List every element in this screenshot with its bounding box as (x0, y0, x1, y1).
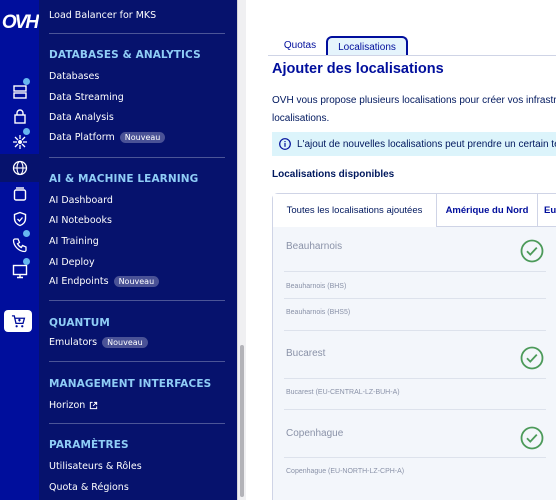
locations-panel (273, 227, 556, 500)
sidebar-item-quota-regions[interactable]: Quota & Régions (49, 482, 129, 493)
divider (284, 457, 546, 458)
tab-quotas[interactable]: Quotas (278, 36, 322, 56)
section-title-ai: AI & MACHINE LEARNING (49, 173, 199, 185)
ovh-logo[interactable]: OVH (0, 8, 39, 38)
tab-europe[interactable]: Eu (538, 194, 556, 227)
notification-dot (23, 230, 30, 237)
divider (284, 330, 546, 331)
check-circle-icon[interactable] (520, 346, 544, 370)
lock-icon[interactable] (0, 104, 39, 128)
page-title: Ajouter des localisations (272, 61, 444, 77)
divider (49, 361, 225, 362)
sidebar-item-ai-notebooks[interactable]: AI Notebooks (49, 215, 112, 226)
phone-icon[interactable] (0, 233, 39, 257)
check-circle-icon[interactable] (520, 426, 544, 450)
sidebar-item-ai-training[interactable]: AI Training (49, 236, 99, 247)
sidebar-item-users-roles[interactable]: Utilisateurs & Rôles (49, 461, 142, 472)
cart-button[interactable] (4, 310, 32, 332)
server-icon[interactable] (0, 80, 39, 104)
sidebar-item-data-platform[interactable]: Data Platform Nouveau (49, 132, 166, 143)
divider (49, 423, 225, 424)
tabs-underline (268, 55, 556, 56)
sidebar-item-ai-endpoints[interactable]: AI Endpoints Nouveau (49, 276, 160, 287)
box-icon[interactable] (0, 182, 39, 206)
main-content: Quotas Localisations Ajouter des localis… (246, 0, 556, 500)
sidebar-item-databases[interactable]: Databases (49, 71, 99, 82)
sidebar-item-horizon[interactable]: Horizon (49, 400, 98, 411)
check-circle-icon[interactable] (520, 239, 544, 263)
location-name: Beauharnois (286, 241, 343, 252)
new-badge: Nouveau (119, 132, 166, 143)
new-badge: Nouveau (113, 276, 160, 287)
sidebar-item-ai-dashboard[interactable]: AI Dashboard (49, 195, 113, 206)
sidebar-item-label: AI Endpoints (49, 276, 109, 287)
icon-rail: OVH (0, 0, 39, 500)
external-link-icon (90, 401, 98, 410)
section-title-management: MANAGEMENT INTERFACES (49, 378, 212, 390)
description-line: localisations. (272, 113, 330, 124)
section-title-quantum: QUANTUM (49, 317, 110, 329)
divider (49, 33, 225, 34)
info-banner: L'ajout de nouvelles localisations peut … (272, 132, 556, 156)
sidebar-item-data-streaming[interactable]: Data Streaming (49, 92, 124, 103)
cart-icon (11, 314, 25, 327)
tab-all-added-locations[interactable]: Toutes les localisations ajoutées (273, 194, 436, 227)
section-title-settings: PARAMÈTRES (49, 439, 129, 451)
new-badge: Nouveau (102, 337, 148, 348)
notification-dot (23, 128, 30, 135)
location-code: Bucarest (EU-CENTRAL-LZ-BUH-A) (286, 389, 400, 396)
sidebar-nav: Load Balancer for MKS DATABASES & ANALYT… (39, 0, 237, 500)
sidebar-item-label: Emulators (49, 337, 98, 348)
available-locations-label: Localisations disponibles (272, 169, 395, 180)
divider (284, 298, 546, 299)
notification-dot (23, 78, 30, 85)
location-code: Copenhague (EU-NORTH-LZ-CPH-A) (286, 468, 405, 475)
sidebar-item-label: Data Platform (49, 132, 115, 143)
page-description: OVH vous propose plusieurs localisations… (272, 92, 556, 128)
divider (49, 300, 225, 301)
sidebar-item-ai-deploy[interactable]: AI Deploy (49, 257, 95, 268)
info-text: L'ajout de nouvelles localisations peut … (297, 138, 556, 150)
description-line: OVH vous propose plusieurs localisations… (272, 95, 556, 106)
sidebar-item-label: Horizon (49, 400, 86, 411)
location-name: Copenhague (286, 428, 344, 439)
notification-dot (23, 258, 30, 265)
shield-icon[interactable] (0, 207, 39, 231)
globe-icon[interactable] (0, 156, 39, 180)
tab-north-america[interactable]: Amérique du Nord (436, 194, 538, 227)
location-name: Bucarest (286, 348, 326, 359)
info-icon (279, 138, 291, 150)
divider (284, 271, 546, 272)
divider (49, 157, 225, 158)
network-icon[interactable] (0, 130, 39, 154)
monitor-icon[interactable] (0, 259, 39, 283)
location-code: Beauharnois (BHS) (286, 283, 347, 290)
section-title-databases: DATABASES & ANALYTICS (49, 49, 201, 61)
tab-localisations[interactable]: Localisations (326, 36, 408, 56)
location-code: Beauharnois (BHS5) (286, 309, 351, 316)
sidebar-item-load-balancer[interactable]: Load Balancer for MKS (49, 10, 156, 21)
sidebar-item-data-analysis[interactable]: Data Analysis (49, 112, 114, 123)
divider (284, 378, 546, 379)
divider (284, 409, 546, 410)
sidebar-item-emulators[interactable]: Emulators Nouveau (49, 337, 148, 348)
scrollbar-thumb[interactable] (240, 345, 244, 497)
sidebar-scrollbar[interactable] (237, 0, 246, 500)
